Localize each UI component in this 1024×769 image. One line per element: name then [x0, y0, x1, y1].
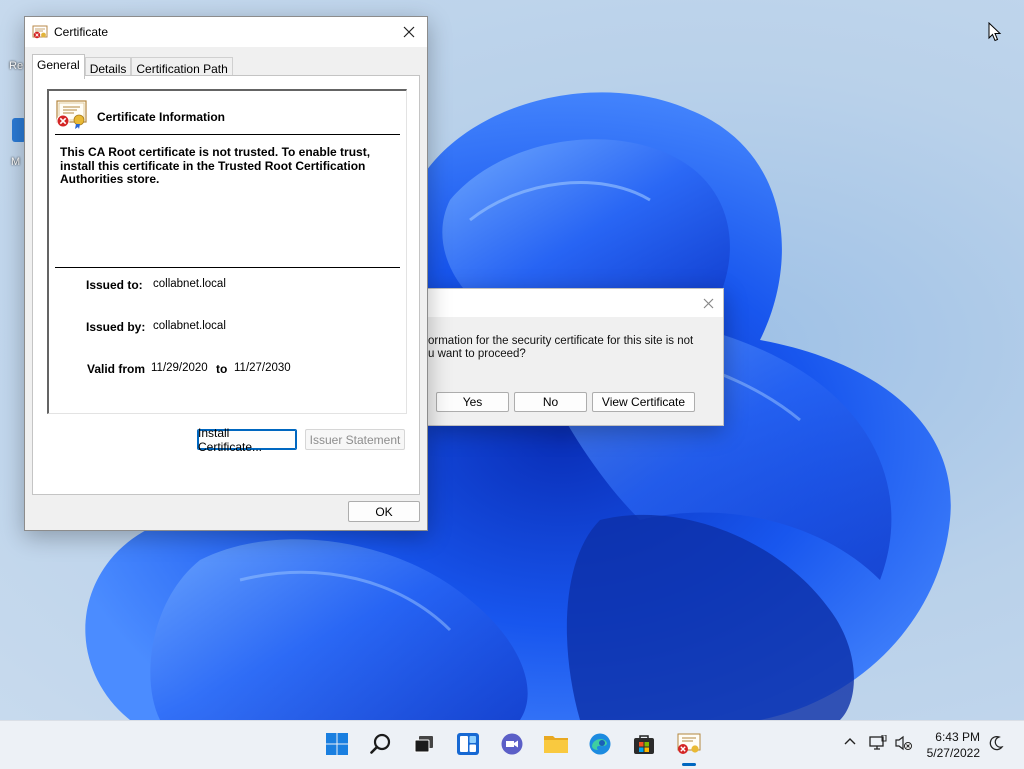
search-icon[interactable] — [368, 731, 394, 757]
security-alert-message: ormation for the security certificate fo… — [428, 335, 708, 361]
issuer-statement-button: Issuer Statement — [305, 429, 405, 450]
certificate-dialog: Certificate General Details Certificatio… — [24, 16, 428, 531]
divider — [55, 267, 400, 268]
start-icon[interactable] — [324, 731, 350, 757]
certificate-tabs: General Details Certification Path — [32, 54, 233, 80]
issued-to-value: collabnet.local — [153, 278, 226, 290]
desktop-icon-recycle-bin-label[interactable]: Re — [9, 60, 23, 72]
volume-muted-icon[interactable] — [895, 735, 913, 754]
desktop-icon-label[interactable]: M — [11, 156, 20, 168]
valid-to-label: to — [216, 362, 228, 376]
clock-time: 6:43 PM — [935, 730, 980, 744]
tab-general[interactable]: General — [32, 54, 85, 79]
issued-by-value: collabnet.local — [153, 320, 226, 332]
system-clock[interactable]: 6:43 PM 5/27/2022 — [927, 729, 980, 761]
certificate-icon — [32, 25, 48, 39]
issued-by-label: Issued by: — [86, 320, 146, 334]
clock-date: 5/27/2022 — [926, 746, 980, 760]
install-certificate-button[interactable]: Install Certificate... — [197, 426, 297, 454]
no-button[interactable]: No — [514, 392, 587, 412]
certificate-window-title: Certificate — [54, 25, 109, 39]
ok-button[interactable]: OK — [348, 501, 420, 522]
security-alert-message-line2: u want to proceed? — [428, 348, 526, 360]
certificate-app-icon[interactable] — [676, 731, 702, 757]
store-icon[interactable] — [631, 731, 657, 757]
general-tab-panel: Certificate Information This CA Root cer… — [32, 75, 420, 495]
widgets-icon[interactable] — [455, 731, 481, 757]
valid-from-value: 11/29/2020 — [151, 362, 208, 374]
chat-icon[interactable] — [499, 731, 525, 757]
task-view-icon[interactable] — [411, 731, 437, 757]
security-alert-message-line1: ormation for the security certificate fo… — [428, 335, 694, 347]
network-icon[interactable] — [869, 734, 887, 754]
security-alert-titlebar — [428, 289, 723, 317]
valid-from-label: Valid from — [87, 362, 146, 376]
certificate-info-box: Certificate Information This CA Root cer… — [47, 89, 407, 414]
edge-icon[interactable] — [587, 731, 613, 757]
notification-moon-icon[interactable] — [988, 735, 1004, 754]
divider — [55, 134, 400, 135]
active-app-indicator — [682, 763, 696, 766]
untrusted-warning-text: This CA Root certificate is not trusted.… — [60, 145, 371, 186]
untrusted-certificate-icon — [56, 100, 87, 129]
valid-to-value: 11/27/2030 — [234, 362, 291, 374]
certificate-titlebar: Certificate — [25, 17, 427, 47]
taskbar: 6:43 PM 5/27/2022 — [0, 720, 1024, 769]
issued-to-label: Issued to: — [86, 278, 143, 292]
file-explorer-icon[interactable] — [543, 731, 569, 757]
view-certificate-button[interactable]: View Certificate — [592, 392, 695, 412]
certificate-close-button[interactable] — [391, 17, 427, 47]
close-icon — [403, 26, 415, 38]
mouse-cursor-icon — [988, 22, 1002, 42]
certificate-information-heading: Certificate Information — [97, 110, 226, 124]
show-hidden-icons-chevron-icon[interactable] — [843, 735, 857, 752]
security-alert-dialog: ormation for the security certificate fo… — [427, 288, 724, 426]
close-icon — [703, 298, 713, 308]
security-alert-close-button[interactable] — [693, 289, 723, 317]
yes-button[interactable]: Yes — [436, 392, 509, 412]
